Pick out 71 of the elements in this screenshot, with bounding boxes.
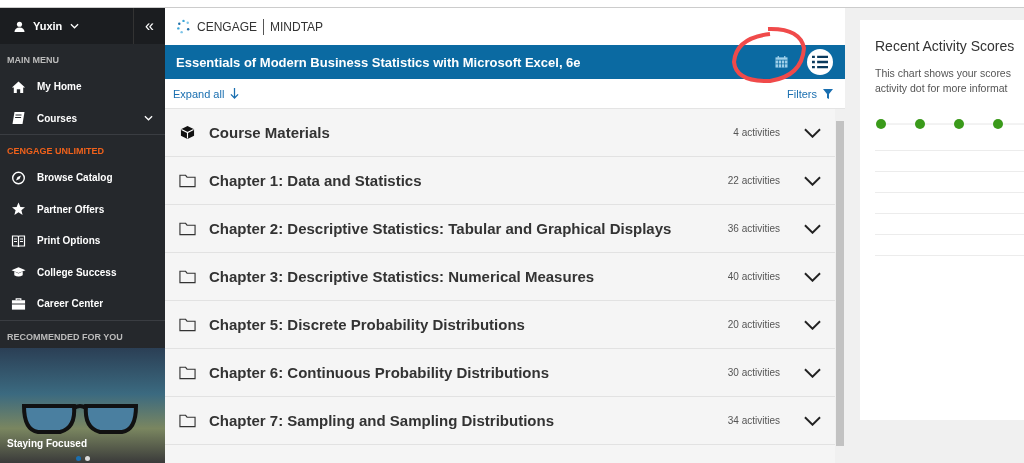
course-title: Essentials of Modern Business Statistics with Microsoft Excel, 6e (176, 54, 582, 70)
chevron-icon[interactable] (804, 175, 821, 186)
chevron-icon[interactable] (804, 415, 821, 426)
home-icon (11, 79, 26, 94)
sidebar-item[interactable]: My Home (0, 71, 165, 103)
activity-count: 36 activities (726, 223, 780, 234)
unit-title: Chapter 1: Data and Statistics (209, 172, 423, 189)
logo-icon (176, 19, 191, 34)
compass-icon (11, 170, 26, 185)
book-icon (11, 111, 26, 126)
filter-icon (823, 88, 833, 99)
filters-button[interactable]: Filters (787, 87, 833, 100)
folder-icon (179, 221, 196, 236)
sidebar-item[interactable]: Partner Offers (0, 193, 165, 225)
course-unit-row[interactable]: Chapter 7: Sampling and Sampling Distributions 34 activities (165, 397, 835, 445)
expand-all-link[interactable]: Expand all (173, 87, 240, 100)
sidebar-item[interactable]: Print Options (0, 225, 165, 257)
briefcase-icon (11, 296, 26, 311)
caret-icon (144, 115, 153, 122)
activity-count: 40 activities (726, 271, 780, 282)
user-icon (14, 20, 25, 32)
course-unit-row[interactable]: Chapter 2: Descriptive Statistics: Tabular and Graphical Displays 36 activities (165, 205, 835, 253)
unit-title: Chapter 7: Sampling and Sampling Distributions (209, 412, 556, 429)
product-name: MINDTAP (270, 19, 324, 34)
sidebar-item[interactable]: College Success (0, 256, 165, 288)
unit-title: Chapter 5: Discrete Probability Distributions (209, 316, 526, 333)
list-icon (812, 55, 828, 69)
activity-count: 34 activities (726, 415, 780, 426)
user-menu[interactable]: Yuxin (0, 8, 133, 44)
unit-title: Course Materials (209, 124, 331, 141)
description-line: activity dot for more informat (875, 81, 1009, 96)
cube-icon (179, 125, 196, 140)
folder-icon (179, 317, 196, 332)
activity-count: 4 activities (732, 127, 780, 138)
carousel-dot[interactable] (76, 456, 81, 461)
activity-count: 30 activities (726, 367, 780, 378)
description-line: This chart shows your scores (875, 66, 1012, 81)
panel-title: Recent Activity Scores (875, 38, 1016, 54)
activity-count: 20 activities (726, 319, 780, 330)
open-book-icon (11, 233, 26, 248)
section-heading: MAIN MENU (6, 54, 60, 67)
brand-name: CENGAGE (197, 19, 257, 34)
sidebar-item[interactable]: Career Center (0, 288, 165, 320)
chevron-icon[interactable] (804, 223, 821, 234)
course-unit-row[interactable]: Chapter 5: Discrete Probability Distributions 20 activities (165, 301, 835, 349)
chevron-icon[interactable] (804, 319, 821, 330)
unit-title: Chapter 3: Descriptive Statistics: Numerical Measures (209, 268, 596, 285)
chevron-icon[interactable] (804, 367, 821, 378)
list-view-button[interactable] (807, 49, 833, 75)
star-icon (11, 202, 26, 217)
caret-icon (70, 23, 80, 29)
course-unit-row[interactable]: Course Materials 4 activities (165, 109, 835, 157)
folder-icon (179, 269, 196, 284)
carousel-dot[interactable] (85, 456, 90, 461)
unit-title: Chapter 2: Descriptive Statistics: Tabular and Graphical Displays (209, 220, 673, 237)
folder-icon (179, 173, 196, 188)
course-unit-row[interactable]: Chapter 3: Descriptive Statistics: Numerical Measures 40 activities (165, 253, 835, 301)
chevron-icon[interactable] (804, 127, 821, 138)
sidebar-item[interactable]: Courses (0, 102, 165, 134)
calendar-icon[interactable] (775, 56, 788, 68)
sidebar-item[interactable]: Browse Catalog (0, 162, 165, 194)
folder-icon (179, 365, 196, 380)
course-unit-row[interactable]: Chapter 6: Continuous Probability Distributions 30 activities (165, 349, 835, 397)
unit-title: Chapter 6: Continuous Probability Distributions (209, 364, 550, 381)
activity-count: 22 activities (726, 175, 780, 186)
course-unit-row[interactable]: Chapter 1: Data and Statistics 22 activities (165, 157, 835, 205)
arrow-down-icon (230, 88, 240, 99)
scrollbar[interactable] (835, 109, 845, 463)
photo-caption: Staying Focused (7, 438, 87, 449)
folder-icon (179, 413, 196, 428)
chevron-icon[interactable] (804, 271, 821, 282)
